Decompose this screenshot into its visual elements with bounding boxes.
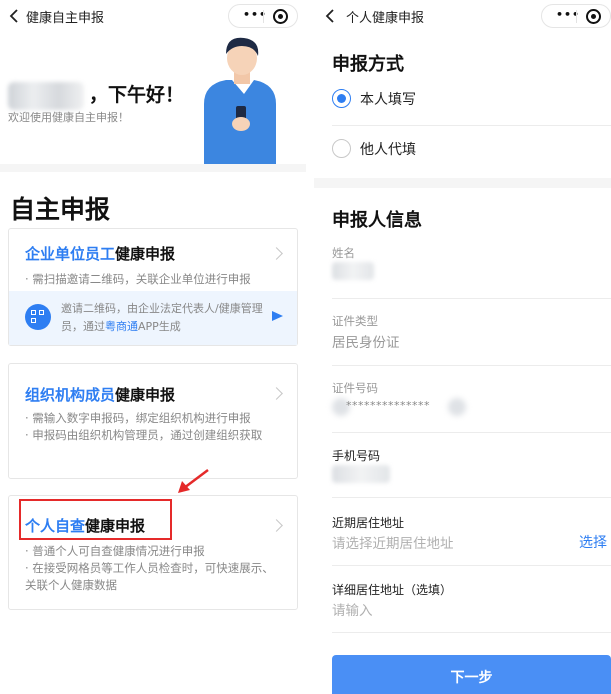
send-icon [272, 311, 283, 321]
radio-button[interactable] [332, 139, 351, 158]
welcome-text: 欢迎使用健康自主申报！ [8, 111, 129, 124]
card-title: 企业单位员工健康申报 [25, 245, 176, 263]
detail-address-label: 详细居住地址（选填） [332, 583, 453, 597]
right-screen: 个人健康申报 ••• 申报方式 本人填写 他人代填 申报人信息 姓名 证件类型 … [314, 0, 611, 694]
qr-tip: 邀请二维码，由企业法定代表人/健康管理员，通过粤商通APP生成 [9, 291, 297, 345]
section-divider [0, 164, 306, 172]
divider [332, 298, 611, 299]
detail-address-input[interactable]: 请输入 [332, 599, 373, 619]
radio-button[interactable] [332, 89, 351, 108]
option-label: 本人填写 [360, 92, 416, 108]
id-number-masked: ************** [346, 399, 430, 412]
greeting-text: ，下午好！ [89, 84, 185, 106]
divider [332, 497, 611, 498]
section-title: 自主申报 [10, 195, 111, 224]
blurred-user-name [8, 82, 84, 110]
back-arrow-icon[interactable] [6, 8, 22, 24]
phone-value-blurred [332, 465, 390, 483]
name-label: 姓名 [332, 246, 355, 260]
divider [332, 632, 611, 633]
option-label: 他人代填 [360, 142, 416, 158]
address-label: 近期居住地址 [332, 516, 405, 530]
option-proxy-fill[interactable]: 他人代填 [332, 129, 611, 173]
capsule-divider [576, 10, 577, 23]
id-type-label: 证件类型 [332, 314, 378, 328]
address-input[interactable]: 请选择近期居住地址 [332, 532, 454, 552]
qr-code-icon [25, 304, 51, 330]
annotation-arrow [178, 469, 209, 493]
address-select-button[interactable]: 选择 [579, 532, 607, 552]
id-number-blur-end [448, 398, 466, 416]
id-type-value[interactable]: 居民身份证 [332, 331, 400, 351]
next-button[interactable]: 下一步 [332, 655, 611, 694]
qr-tip-text: 邀请二维码，由企业法定代表人/健康管理员，通过粤商通APP生成 [61, 302, 263, 333]
next-button-label: 下一步 [450, 670, 493, 686]
card-title: 组织机构成员健康申报 [25, 386, 176, 404]
left-screen: 健康自主申报 ••• ，下午好！ 欢迎使用健康自主申报！ 自主申报 企业单位员工… [0, 0, 306, 694]
divider [332, 365, 611, 366]
card-organization-member[interactable]: 组织机构成员健康申报 · 需输入数字申报码，绑定组织机构进行申报 · 申报码由组… [8, 363, 298, 479]
info-heading: 申报人信息 [332, 210, 422, 231]
nav-title: 个人健康申报 [346, 11, 425, 26]
back-arrow-icon[interactable] [322, 8, 338, 24]
card-description: · 需输入数字申报码，绑定组织机构进行申报 · 申报码由组织机构管理员，通过创建… [25, 411, 263, 442]
id-number-label: 证件号码 [332, 381, 378, 395]
nav-bar: 个人健康申报 ••• [314, 0, 611, 32]
card-enterprise-employee[interactable]: 企业单位员工健康申报 · 需扫描邀请二维码，关联企业单位进行申报 邀请二维码，由… [8, 228, 298, 346]
card-description: · 需扫描邀请二维码，关联企业单位进行申报 [25, 272, 251, 286]
chevron-right-icon [270, 519, 283, 532]
target-icon[interactable] [586, 9, 601, 24]
card-description: · 普通个人可自查健康情况进行申报 · 在接受网格员等工作人员检查时，可快速展示… [25, 544, 274, 592]
chevron-right-icon [270, 247, 283, 260]
nav-bar: 健康自主申报 ••• [0, 0, 306, 32]
hero-banner: ，下午好！ 欢迎使用健康自主申报！ [0, 32, 306, 164]
divider [332, 565, 611, 566]
option-self-fill[interactable]: 本人填写 [332, 79, 611, 123]
person-illustration [204, 37, 276, 164]
divider [332, 125, 611, 126]
highlight-annotation [19, 499, 172, 540]
section-divider [314, 178, 611, 188]
capsule-divider [263, 10, 264, 23]
method-heading: 申报方式 [332, 54, 404, 75]
target-icon[interactable] [273, 9, 288, 24]
mini-program-capsule: ••• [228, 4, 298, 28]
name-value-blurred [332, 262, 374, 280]
chevron-right-icon [270, 387, 283, 400]
mini-program-capsule: ••• [541, 4, 611, 28]
phone-label: 手机号码 [332, 449, 381, 463]
divider [332, 432, 611, 433]
nav-title: 健康自主申报 [26, 11, 105, 26]
panel-gap [306, 0, 314, 694]
